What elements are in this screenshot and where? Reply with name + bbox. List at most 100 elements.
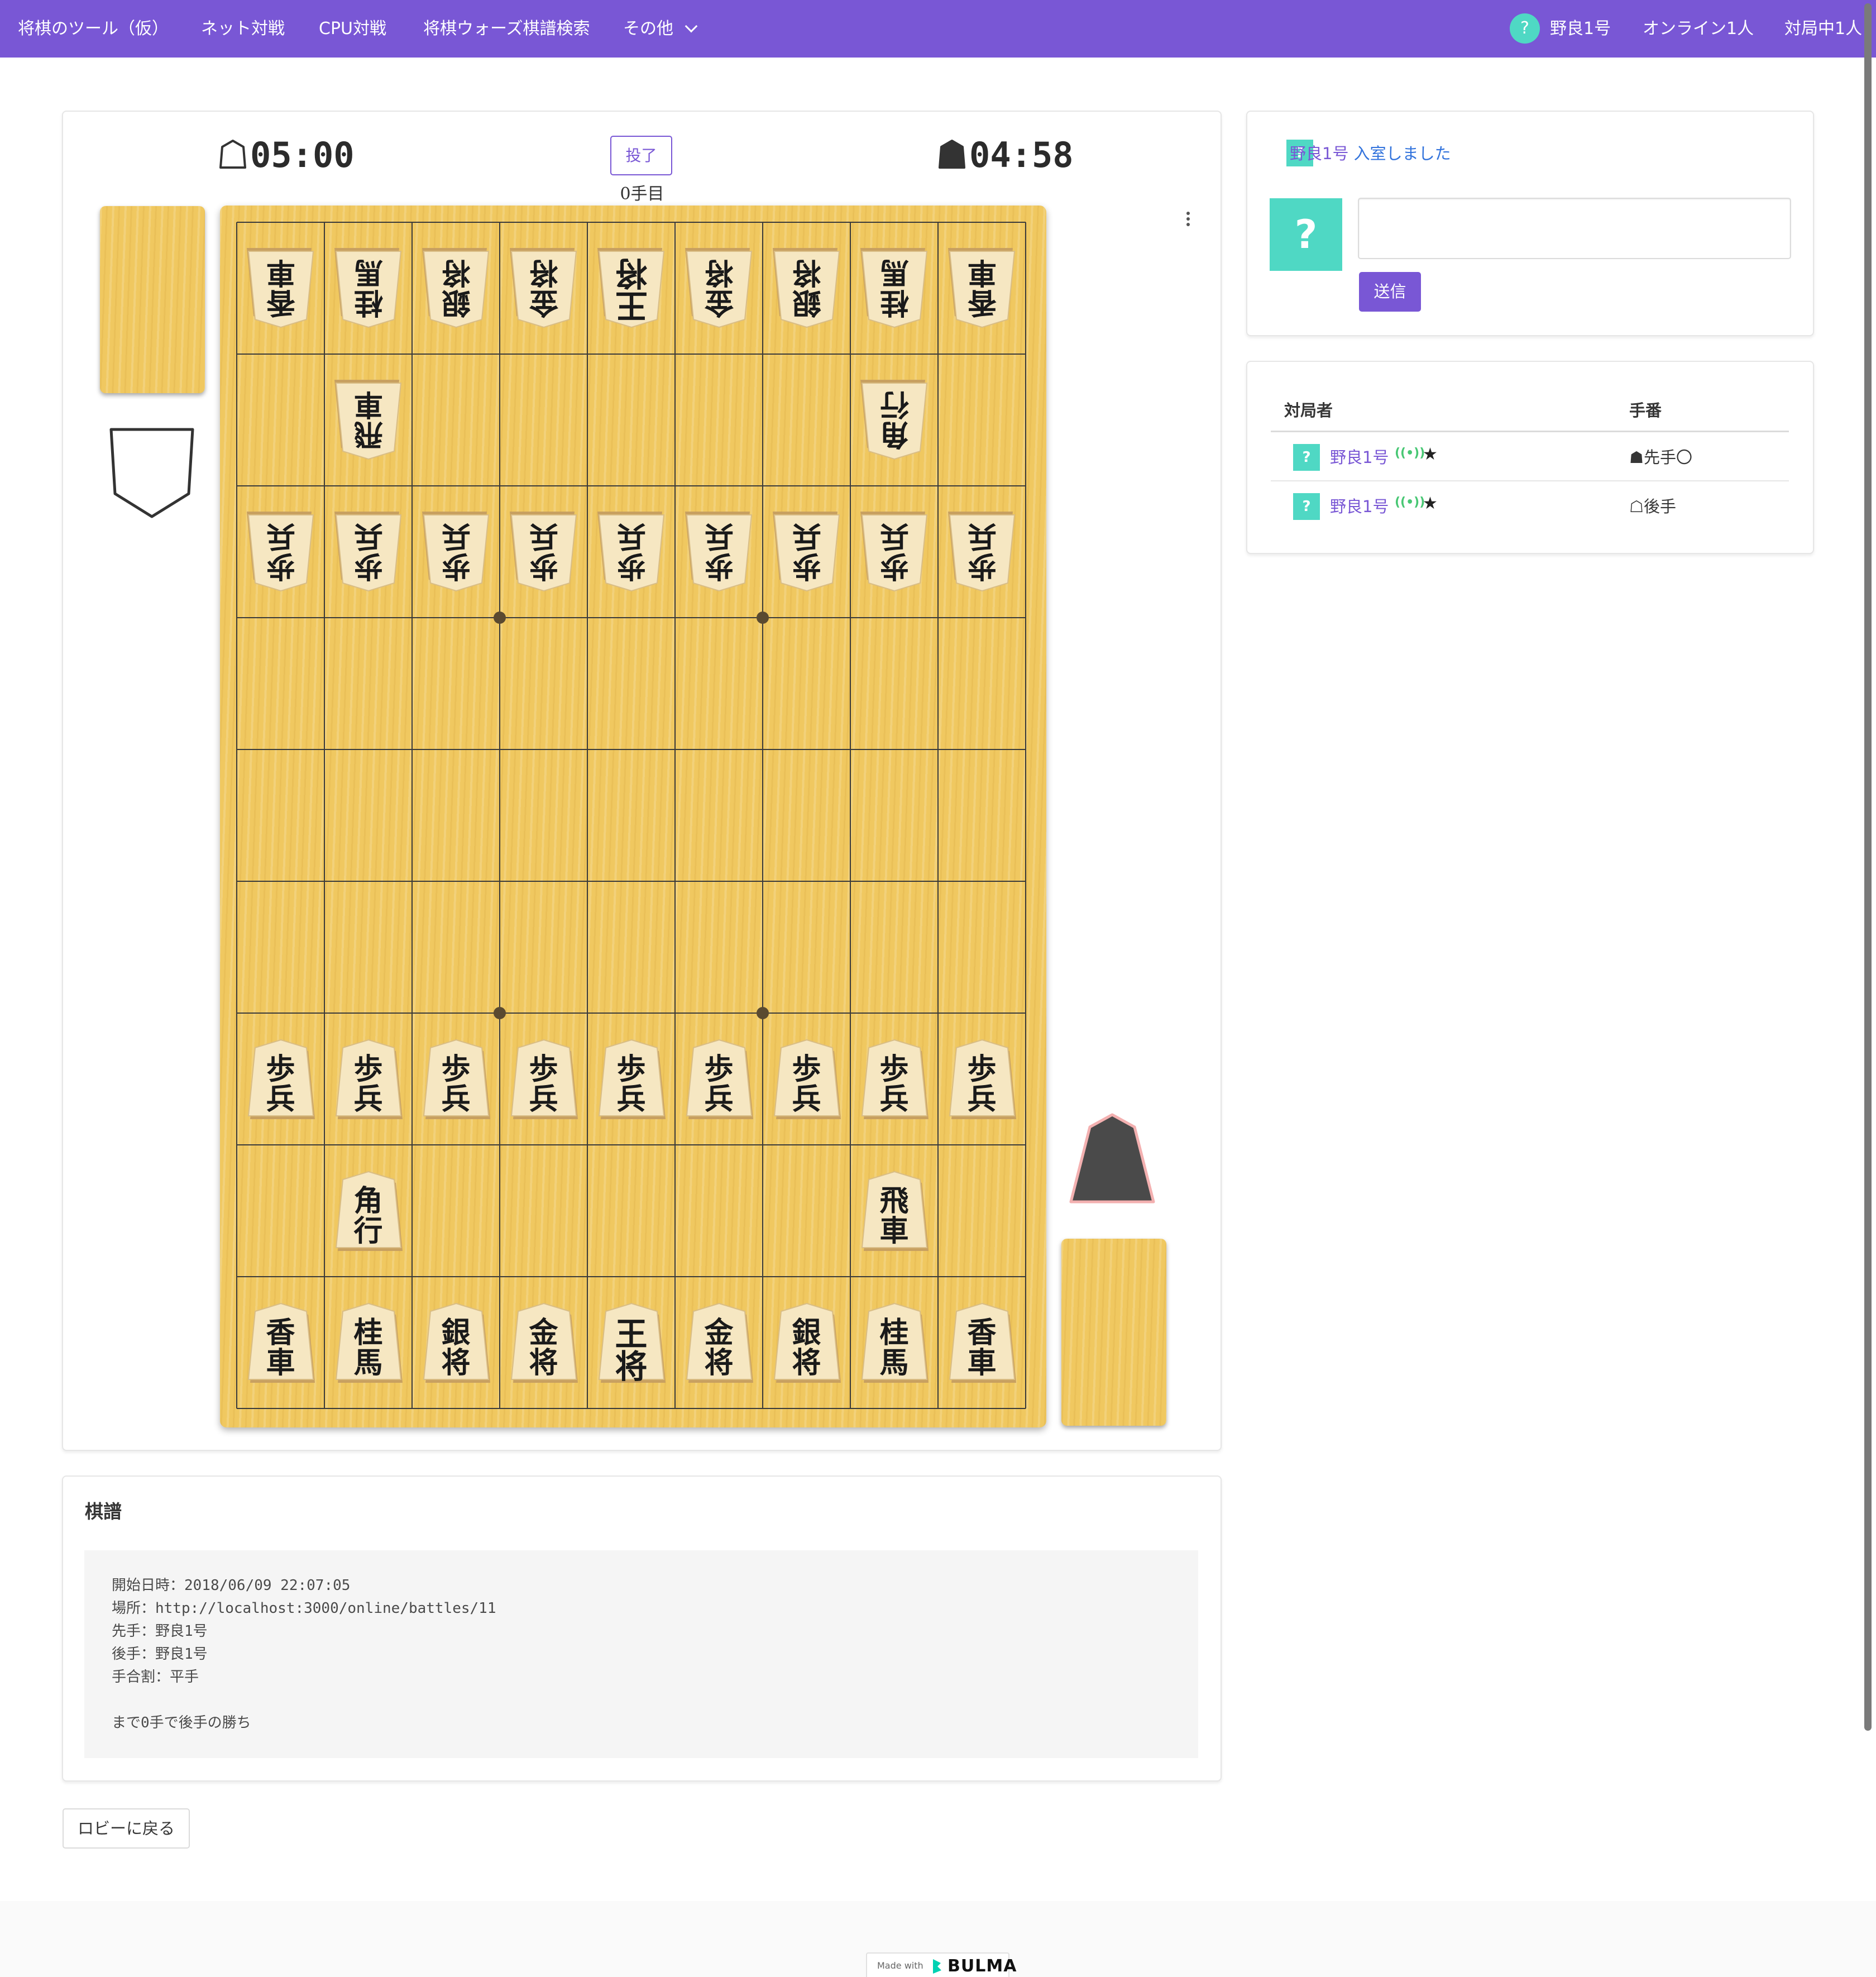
sente-piece[interactable]: 歩 兵 <box>246 1038 315 1120</box>
piece-label: 歩 兵 <box>704 519 734 583</box>
gote-piece[interactable]: 歩 兵 <box>246 510 315 593</box>
piece-label: 角 行 <box>879 387 909 451</box>
chat-message-text: 入室しました <box>1353 144 1451 163</box>
player-name[interactable]: 野良1号 <box>1330 445 1389 468</box>
kifu-line: 手合割：平手 <box>112 1669 199 1685</box>
gote-piece[interactable]: 金 将 <box>685 247 754 330</box>
sente-piece[interactable]: 銀 将 <box>422 1301 491 1384</box>
made-with-label: Made with <box>877 1960 923 1971</box>
gote-piece[interactable]: 銀 将 <box>772 247 841 330</box>
sente-piece[interactable]: 桂 馬 <box>860 1301 929 1384</box>
sente-piece[interactable]: 金 将 <box>685 1301 754 1384</box>
gote-piece[interactable]: 歩 兵 <box>334 510 403 593</box>
piece-label: 歩 兵 <box>616 519 646 583</box>
gote-piece[interactable]: 飛 車 <box>334 379 403 461</box>
kifu-title: 棋譜 <box>85 1501 122 1522</box>
navbar: 将棋のツール（仮） ネット対戦 CPU対戦 将棋ウォーズ棋譜検索 その他 ? 野… <box>0 0 1876 58</box>
piece-label: 歩 兵 <box>441 1052 471 1116</box>
gote-piece[interactable]: 銀 将 <box>422 247 491 330</box>
gote-turn-indicator-icon <box>109 428 194 518</box>
sente-piece[interactable]: 金 将 <box>509 1301 578 1384</box>
sente-piece[interactable]: 王 将 <box>597 1301 666 1384</box>
gote-piece[interactable]: 桂 馬 <box>860 247 929 330</box>
sente-clock: 04:58 <box>938 133 1074 178</box>
nav-net-battle[interactable]: ネット対戦 <box>201 0 285 58</box>
piece-label: 歩 兵 <box>792 1052 821 1116</box>
sente-piece[interactable]: 歩 兵 <box>334 1038 403 1120</box>
sente-piece[interactable]: 角 行 <box>334 1169 403 1252</box>
gote-hand-stand[interactable] <box>100 206 205 393</box>
nav-user-name[interactable]: 野良1号 <box>1550 0 1611 58</box>
player-side: ☗先手〇 <box>1629 448 1692 467</box>
gote-piece[interactable]: 歩 兵 <box>772 510 841 593</box>
gote-piece[interactable]: 歩 兵 <box>422 510 491 593</box>
nav-wars-search[interactable]: 将棋ウォーズ棋譜検索 <box>423 0 590 58</box>
gote-piece[interactable]: 角 行 <box>860 379 929 461</box>
piece-label: 歩 兵 <box>704 1052 734 1116</box>
sente-piece[interactable]: 歩 兵 <box>860 1038 929 1120</box>
chat-input[interactable] <box>1358 198 1791 259</box>
gote-piece[interactable]: 桂 馬 <box>334 247 403 330</box>
piece-label: 桂 馬 <box>353 1316 383 1380</box>
gote-piece[interactable]: 金 将 <box>509 247 578 330</box>
sente-piece[interactable]: 歩 兵 <box>509 1038 578 1120</box>
back-to-lobby-button[interactable]: ロビーに戻る <box>63 1808 190 1849</box>
gote-piece[interactable]: 歩 兵 <box>947 510 1017 593</box>
piece-label: 桂 馬 <box>879 255 909 319</box>
chat-message-user[interactable]: 野良1号 <box>1290 144 1348 163</box>
piece-label: 歩 兵 <box>353 519 383 583</box>
online-status-icon: ((•)) <box>1395 446 1425 460</box>
star-icon: ★ <box>1423 445 1438 464</box>
gote-piece[interactable]: 王 将 <box>597 247 666 330</box>
gote-piece[interactable]: 香 車 <box>246 247 315 330</box>
piece-label: 歩 兵 <box>529 519 558 583</box>
sente-piece[interactable]: 桂 馬 <box>334 1301 403 1384</box>
players-header-name: 対局者 <box>1284 401 1333 420</box>
board-star-point <box>494 612 506 624</box>
gote-piece[interactable]: 歩 兵 <box>860 510 929 593</box>
sente-piece[interactable]: 歩 兵 <box>772 1038 841 1120</box>
sente-piece[interactable]: 飛 車 <box>860 1169 929 1252</box>
players-header-side: 手番 <box>1629 401 1662 420</box>
board-star-point <box>494 1007 506 1019</box>
user-avatar-icon[interactable]: ? <box>1510 13 1540 44</box>
page-scrollbar[interactable] <box>1864 3 1872 1731</box>
gote-piece[interactable]: 歩 兵 <box>685 510 754 593</box>
shogi-board[interactable]: 香 車桂 馬銀 将金 将王 将金 将銀 将桂 馬香 車飛 車角 行歩 兵歩 兵歩… <box>220 206 1046 1427</box>
gote-piece[interactable]: 歩 兵 <box>597 510 666 593</box>
gote-piece[interactable]: 香 車 <box>947 247 1017 330</box>
sente-piece[interactable]: 歩 兵 <box>685 1038 754 1120</box>
nav-cpu-battle[interactable]: CPU対戦 <box>319 0 386 58</box>
more-menu-icon[interactable] <box>1185 211 1191 227</box>
player-name[interactable]: 野良1号 <box>1330 494 1389 517</box>
gote-clock-value: 05:00 <box>250 135 355 175</box>
piece-label: 桂 馬 <box>879 1316 909 1380</box>
sente-piece[interactable]: 香 車 <box>947 1301 1017 1384</box>
chat-user-avatar: ? <box>1270 198 1342 271</box>
piece-label: 歩 兵 <box>353 1052 383 1116</box>
sente-piece[interactable]: 歩 兵 <box>597 1038 666 1120</box>
resign-button[interactable]: 投了 <box>610 136 672 175</box>
online-count[interactable]: オンライン1人 <box>1643 0 1754 58</box>
sente-piece[interactable]: 歩 兵 <box>947 1038 1017 1120</box>
gote-piece[interactable]: 歩 兵 <box>509 510 578 593</box>
nav-other-dropdown[interactable]: その他 <box>623 0 698 58</box>
piece-label: 香 車 <box>967 255 997 319</box>
sente-hand-stand[interactable] <box>1061 1239 1166 1426</box>
playing-count[interactable]: 対局中1人 <box>1784 0 1862 58</box>
brand-link[interactable]: 将棋のツール（仮） <box>18 0 169 58</box>
piece-label: 王 将 <box>615 254 648 324</box>
sente-piece[interactable]: 香 車 <box>246 1301 315 1384</box>
piece-label: 銀 将 <box>792 255 821 319</box>
sente-piece-icon <box>939 139 965 169</box>
made-with-bulma-badge[interactable]: Made with BULMA <box>866 1952 1016 1977</box>
piece-label: 歩 兵 <box>441 519 471 583</box>
piece-label: 歩 兵 <box>879 1052 909 1116</box>
sente-piece[interactable]: 銀 将 <box>772 1301 841 1384</box>
move-count: 0手目 <box>620 184 664 204</box>
piece-label: 金 将 <box>704 1316 734 1380</box>
star-icon: ★ <box>1423 494 1438 513</box>
sente-piece[interactable]: 歩 兵 <box>422 1038 491 1120</box>
board-star-point <box>757 1007 769 1019</box>
send-button[interactable]: 送信 <box>1359 272 1421 312</box>
